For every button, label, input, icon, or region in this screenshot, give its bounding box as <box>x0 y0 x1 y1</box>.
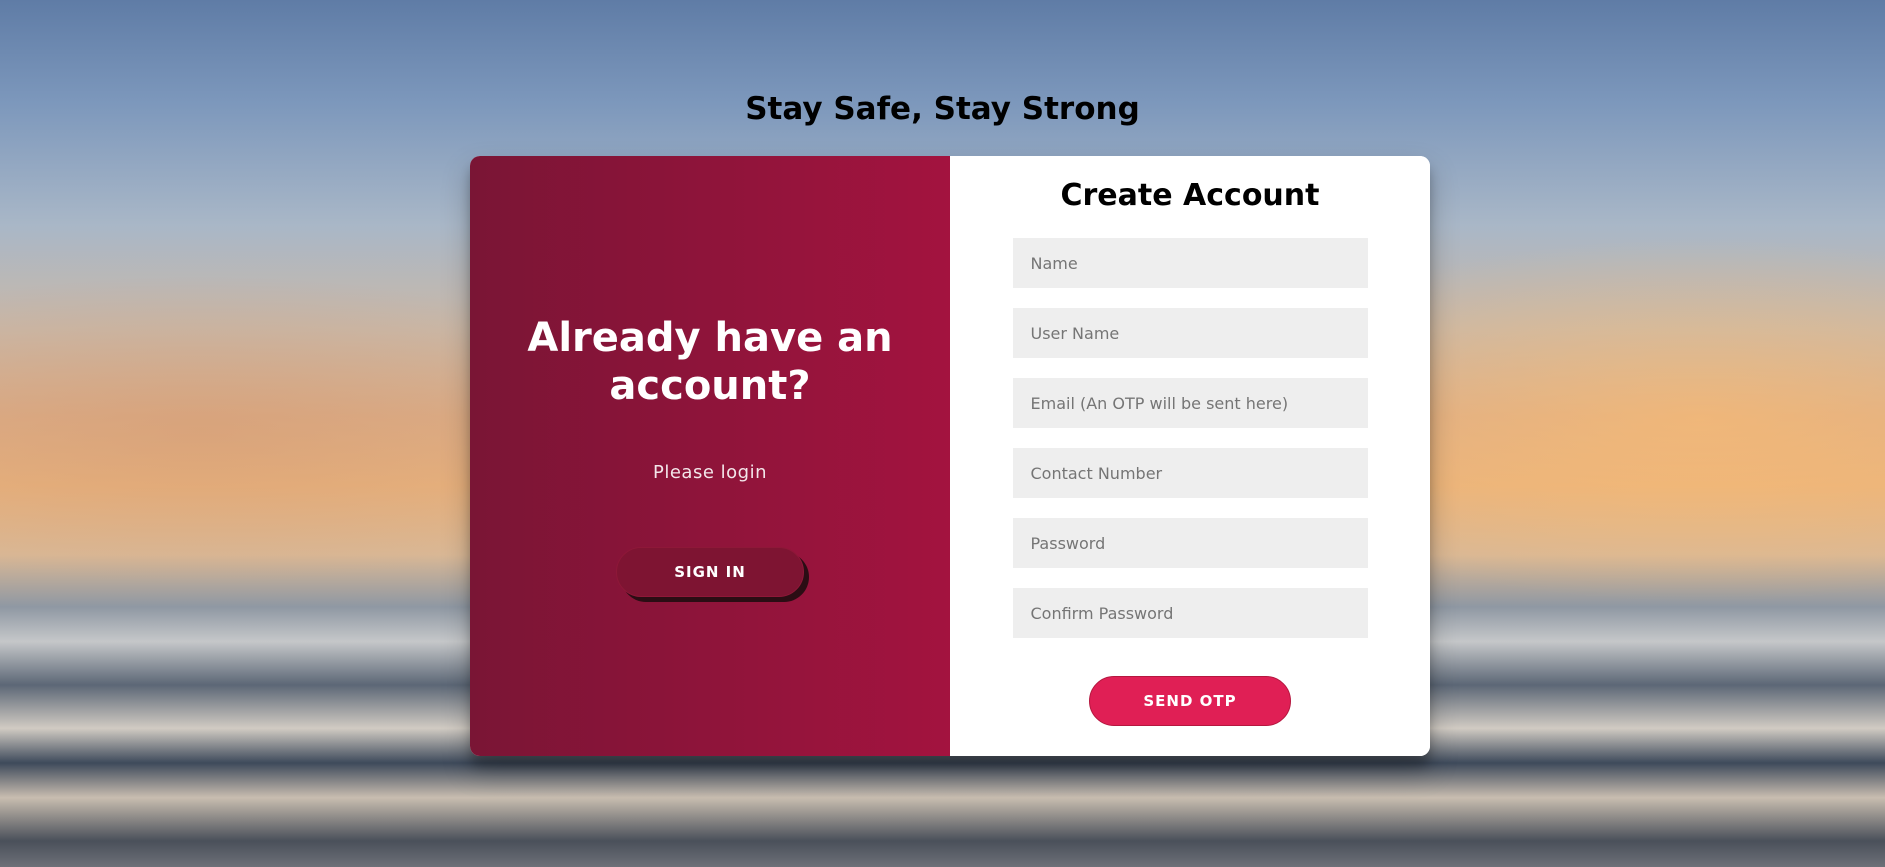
sign-in-button[interactable]: SIGN IN <box>616 547 804 597</box>
send-otp-button[interactable]: SEND OTP <box>1089 676 1291 726</box>
email-field[interactable] <box>1012 378 1368 428</box>
password-field[interactable] <box>1012 518 1368 568</box>
contact-number-field[interactable] <box>1012 448 1368 498</box>
form-title: Create Account <box>1060 178 1320 213</box>
overlay-heading: Already have an account? <box>527 315 893 409</box>
username-field[interactable] <box>1012 308 1368 358</box>
name-field[interactable] <box>1012 238 1368 288</box>
sign-in-overlay-panel: Already have an account? Please login SI… <box>470 156 950 756</box>
overlay-text: Please login <box>653 462 767 483</box>
confirm-password-field[interactable] <box>1012 588 1368 638</box>
page-title: Stay Safe, Stay Strong <box>745 91 1140 127</box>
create-account-form: Create Account SEND OTP <box>950 156 1430 756</box>
auth-card: Already have an account? Please login SI… <box>470 156 1430 756</box>
